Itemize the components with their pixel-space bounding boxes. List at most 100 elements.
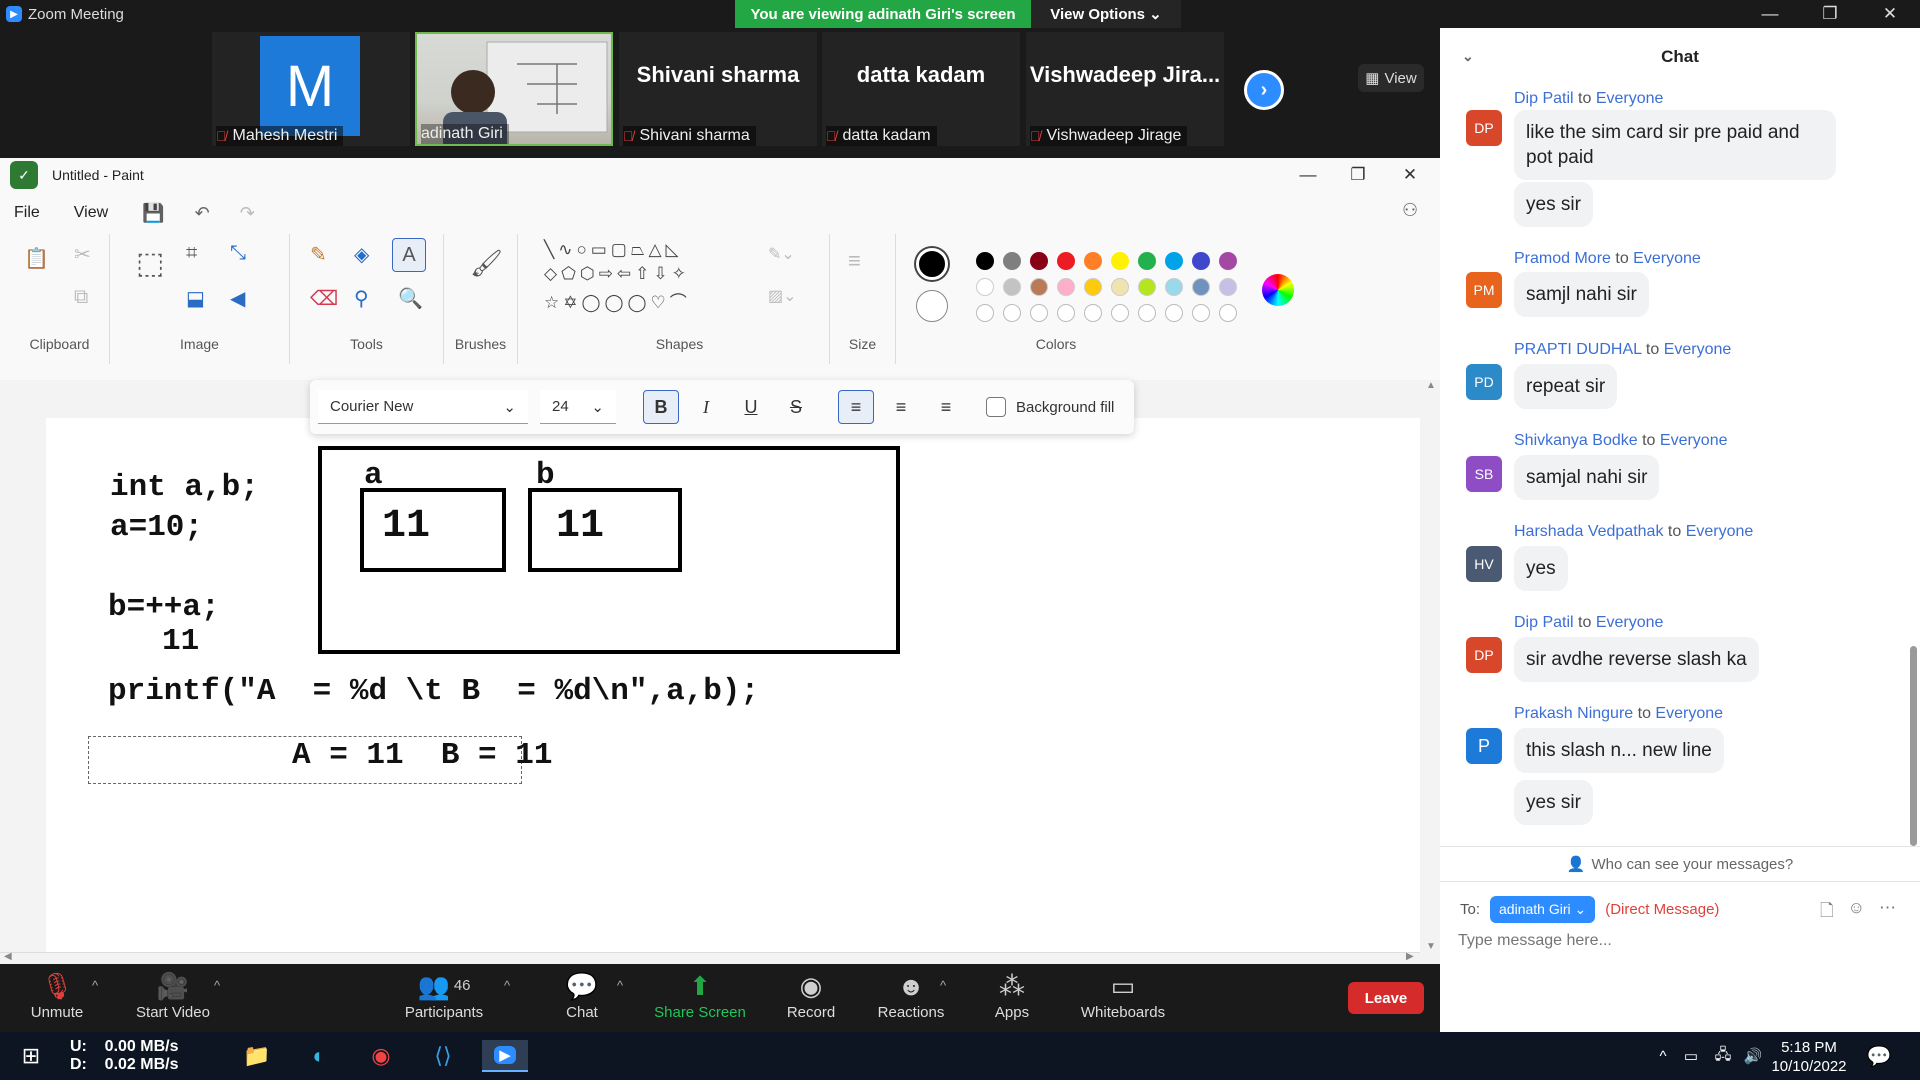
close-icon[interactable]: ✕: [1860, 0, 1920, 28]
palette-swatch[interactable]: [1165, 252, 1183, 270]
participant-tile[interactable]: M 🎙̸ Mahesh Mestri: [212, 32, 410, 146]
shapes-row-1-icon[interactable]: ╲∿○▭▢⏢△◺: [544, 240, 683, 260]
copy-icon[interactable]: ⧉: [74, 286, 88, 309]
custom-swatch[interactable]: [1138, 304, 1156, 322]
save-icon[interactable]: 💾: [142, 203, 164, 224]
reactions-button[interactable]: ☻ Reactions: [856, 970, 966, 1030]
palette-swatch[interactable]: [1219, 278, 1237, 296]
bold-button[interactable]: B: [643, 390, 679, 424]
pencil-icon[interactable]: ✎: [310, 242, 327, 267]
eraser-icon[interactable]: ⌫: [310, 286, 338, 311]
participant-tile-active[interactable]: adinath Giri: [415, 32, 613, 146]
custom-swatch[interactable]: [1003, 304, 1021, 322]
chevron-up-icon[interactable]: ^: [92, 978, 98, 993]
palette-swatch[interactable]: [1057, 252, 1075, 270]
shapes-row-2-icon[interactable]: ◇⬠⬡⇨⇦⇧⇩✧: [544, 264, 690, 284]
menu-view[interactable]: View: [74, 204, 108, 222]
participants-button[interactable]: 👥 46 Participants: [390, 970, 498, 1030]
palette-swatch[interactable]: [976, 252, 994, 270]
underline-button[interactable]: U: [733, 390, 769, 424]
who-can-see-link[interactable]: 👤 Who can see your messages?: [1440, 846, 1920, 882]
menu-file[interactable]: File: [14, 204, 40, 222]
participant-tile[interactable]: datta kadam 🎙̸ datta kadam: [822, 32, 1020, 146]
rotate-icon[interactable]: ◀: [230, 286, 245, 311]
image-select-icon[interactable]: ⬓: [186, 286, 205, 311]
shapes-row-3-icon[interactable]: ☆✡◯◯◯♡⌒: [544, 288, 691, 313]
chevron-up-icon[interactable]: ^: [940, 978, 946, 993]
paint-vertical-scrollbar[interactable]: ▲ ▼: [1420, 380, 1440, 952]
custom-swatch[interactable]: [1030, 304, 1048, 322]
share-icon[interactable]: ⚇: [1402, 200, 1418, 221]
crop-icon[interactable]: ⌗: [186, 242, 197, 265]
chevron-up-icon[interactable]: ^: [617, 978, 623, 993]
custom-swatch[interactable]: [976, 304, 994, 322]
outline-icon[interactable]: ✎⌄: [768, 244, 795, 264]
background-fill-checkbox[interactable]: Background fill: [986, 390, 1114, 424]
custom-swatch[interactable]: [1111, 304, 1129, 322]
whiteboards-button[interactable]: ▭ Whiteboards: [1068, 970, 1178, 1030]
color-picker-icon[interactable]: ⚲: [354, 286, 369, 311]
redo-icon[interactable]: ↷: [240, 203, 255, 224]
size-icon[interactable]: ≡: [848, 248, 861, 274]
palette-swatch[interactable]: [1003, 252, 1021, 270]
fill-icon[interactable]: ◈: [354, 242, 369, 267]
palette-swatch[interactable]: [1057, 278, 1075, 296]
apps-button[interactable]: ⁂ Apps: [957, 970, 1067, 1030]
chat-scrollbar[interactable]: [1910, 86, 1918, 846]
next-page-button[interactable]: ›: [1244, 70, 1284, 110]
paint-minimize-icon[interactable]: —: [1284, 158, 1332, 192]
palette-swatch[interactable]: [1084, 278, 1102, 296]
align-right-icon[interactable]: ≡: [928, 390, 964, 424]
italic-button[interactable]: I: [688, 390, 724, 424]
chevron-down-icon[interactable]: ⌄: [1462, 48, 1474, 65]
palette-swatch[interactable]: [1003, 278, 1021, 296]
text-tool-icon[interactable]: A: [392, 238, 426, 272]
custom-swatch[interactable]: [1165, 304, 1183, 322]
palette-swatch[interactable]: [1111, 252, 1129, 270]
custom-swatch[interactable]: [1057, 304, 1075, 322]
custom-swatch[interactable]: [1219, 304, 1237, 322]
align-left-icon[interactable]: ≡: [838, 390, 874, 424]
edge-icon[interactable]: ◐: [296, 1040, 342, 1072]
custom-swatch[interactable]: [1192, 304, 1210, 322]
paste-icon[interactable]: 📋: [24, 246, 49, 271]
more-icon[interactable]: ⋯: [1879, 898, 1896, 927]
leave-button[interactable]: Leave: [1348, 982, 1424, 1014]
palette-swatch[interactable]: [1084, 252, 1102, 270]
color-2-icon[interactable]: [916, 290, 948, 322]
view-options-button[interactable]: View Options ⌄: [1031, 0, 1181, 28]
cut-icon[interactable]: ✂: [74, 242, 91, 267]
notifications-icon[interactable]: 💬: [1856, 1040, 1902, 1072]
chevron-up-icon[interactable]: ^: [214, 978, 220, 993]
chat-message-input[interactable]: [1458, 926, 1898, 956]
palette-swatch[interactable]: [1030, 252, 1048, 270]
file-icon[interactable]: 🗋: [1820, 898, 1834, 927]
palette-swatch[interactable]: [1138, 278, 1156, 296]
recipient-select[interactable]: adinath Giri ⌄: [1490, 895, 1596, 923]
view-button[interactable]: ▦ View: [1358, 64, 1424, 92]
brush-icon[interactable]: 🖌: [470, 248, 503, 279]
chrome-icon[interactable]: ◉: [358, 1040, 404, 1072]
vscode-icon[interactable]: ⟨⟩: [420, 1040, 466, 1072]
palette-swatch[interactable]: [1111, 278, 1129, 296]
paint-canvas[interactable]: int a,b; a=10; b=++a; 11 a b 11 11 print…: [46, 418, 1420, 954]
share-screen-button[interactable]: ⬆ Share Screen: [644, 970, 756, 1030]
font-select[interactable]: Courier New ⌄: [318, 390, 528, 424]
zoom-taskbar-icon[interactable]: ▶: [482, 1040, 528, 1072]
record-button[interactable]: ◉ Record: [756, 970, 866, 1030]
custom-swatch[interactable]: [1084, 304, 1102, 322]
magnifier-icon[interactable]: 🔍: [398, 286, 423, 311]
palette-swatch[interactable]: [1138, 252, 1156, 270]
align-center-icon[interactable]: ≡: [883, 390, 919, 424]
palette-swatch[interactable]: [1219, 252, 1237, 270]
chevron-up-icon[interactable]: ^: [504, 978, 510, 993]
undo-icon[interactable]: ↶: [195, 203, 210, 224]
start-video-button[interactable]: 🎥 Start Video: [118, 970, 228, 1030]
palette-swatch[interactable]: [1165, 278, 1183, 296]
font-size-select[interactable]: 24 ⌄: [540, 390, 616, 424]
color-1-icon[interactable]: [916, 248, 948, 280]
palette-swatch[interactable]: [976, 278, 994, 296]
select-icon[interactable]: ⬚: [136, 246, 164, 281]
clock[interactable]: 5:18 PM 10/10/2022: [1762, 1038, 1856, 1076]
palette-swatch[interactable]: [1030, 278, 1048, 296]
